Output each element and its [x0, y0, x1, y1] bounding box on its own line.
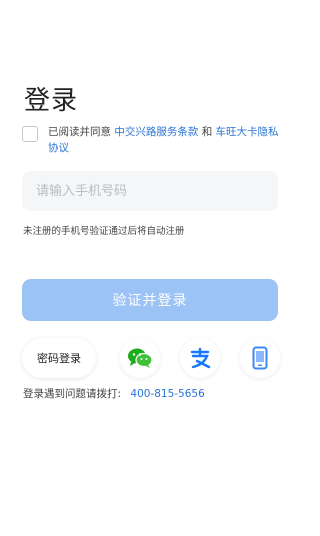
agreement-row: 已阅读并同意 中交兴路服务条款 和 车旺大卡隐私协议 — [22, 124, 282, 156]
help-phone-link[interactable]: 400-815-5656 — [130, 388, 204, 400]
alternative-login-row: 密码登录 — [22, 336, 280, 380]
agreement-and: 和 — [201, 126, 213, 138]
page-title: 登录 — [24, 86, 79, 116]
verify-login-button[interactable]: 验证并登录 — [22, 279, 278, 321]
mobile-login-button[interactable] — [240, 338, 280, 378]
help-text: 登录遇到问题请拨打: — [23, 388, 122, 400]
help-line: 登录遇到问题请拨打: 400-815-5656 — [23, 386, 205, 401]
mobile-phone-icon — [252, 346, 268, 370]
agreement-prefix: 已阅读并同意 — [48, 126, 111, 138]
phone-input[interactable] — [22, 171, 278, 211]
wechat-login-button[interactable] — [120, 338, 160, 378]
alipay-icon — [190, 347, 211, 369]
agreement-text: 已阅读并同意 中交兴路服务条款 和 车旺大卡隐私协议 — [48, 124, 282, 156]
service-terms-link[interactable]: 中交兴路服务条款 — [114, 126, 198, 138]
auto-register-hint: 未注册的手机号验证通过后将自动注册 — [23, 226, 185, 237]
password-login-button[interactable]: 密码登录 — [22, 338, 96, 378]
agreement-checkbox[interactable] — [22, 126, 38, 142]
wechat-icon — [128, 348, 153, 368]
alipay-login-button[interactable] — [180, 338, 220, 378]
